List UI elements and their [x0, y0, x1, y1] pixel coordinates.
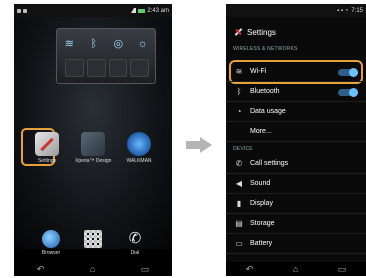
settings-row-display[interactable]: ▮ Display	[226, 194, 366, 214]
home-screen-phone: 2:43 am ≋ ᛒ ◎ ☼ Settings Xperia™ Design …	[14, 4, 172, 276]
dock-browser[interactable]: Browser	[33, 230, 69, 256]
widget-cell[interactable]	[130, 59, 149, 77]
wifi-toggle[interactable]	[338, 68, 358, 77]
dock-label: Browser	[41, 250, 61, 256]
row-label: Bluetooth	[250, 88, 280, 95]
back-icon[interactable]: ↶	[246, 264, 254, 275]
widget-cell[interactable]	[65, 59, 84, 77]
dock: Browser ✆ Dial	[14, 230, 172, 256]
phone-icon: ✆	[128, 230, 142, 247]
status-time: 2:43 am	[147, 7, 169, 14]
row-label: Display	[250, 200, 273, 207]
row-label: Battery	[250, 240, 273, 247]
settings-row-more[interactable]: More...	[226, 122, 366, 142]
dock-dial[interactable]: ✆ Dial	[117, 230, 153, 256]
battery-icon	[138, 8, 146, 13]
display-icon: ▮	[236, 198, 242, 208]
settings-icon	[233, 27, 243, 37]
bluetooth-icon[interactable]: ᛒ	[87, 37, 101, 51]
bluetooth-icon: ᛒ	[236, 86, 242, 96]
settings-icon	[35, 132, 59, 156]
row-label: More...	[250, 128, 272, 135]
dock-apps[interactable]	[75, 230, 111, 256]
settings-row-wifi[interactable]: ≋ Wi-Fi	[226, 62, 366, 82]
home-icon[interactable]: ⌂	[90, 264, 95, 274]
status-icons: ▪ ▪ ◔	[337, 7, 349, 14]
settings-screen-phone: ▪ ▪ ◔ 7:15 Settings WIRELESS & NETWORKS …	[226, 4, 366, 276]
row-label: Wi-Fi	[250, 68, 267, 75]
settings-row-storage[interactable]: ▤ Storage	[226, 214, 366, 234]
notification-icon	[17, 8, 21, 13]
data-usage-icon: ◔	[236, 106, 242, 116]
signal-icon	[131, 8, 137, 13]
app-settings[interactable]: Settings	[29, 132, 65, 164]
app-walkman[interactable]: WALKMAN	[121, 132, 157, 164]
status-time: 7:15	[351, 7, 363, 14]
battery-icon: ▭	[235, 238, 243, 248]
recent-apps-icon[interactable]: ▭	[141, 264, 150, 275]
browser-icon	[42, 230, 60, 248]
section-wireless: WIRELESS & NETWORKS	[233, 46, 298, 52]
row-label: Data usage	[250, 108, 286, 115]
settings-row-sound[interactable]: ◀ Sound	[226, 174, 366, 194]
settings-header: Settings	[226, 22, 366, 42]
row-label: Call settings	[250, 160, 289, 167]
home-icon[interactable]: ⌂	[293, 264, 298, 274]
app-label: Xperia™ Design	[75, 158, 112, 164]
wifi-icon: ≋	[235, 66, 243, 76]
settings-row-bluetooth[interactable]: ᛒ Bluetooth	[226, 82, 366, 102]
app-xperia-design[interactable]: Xperia™ Design	[75, 132, 111, 164]
storage-icon: ▤	[235, 218, 243, 228]
status-bar: ▪ ▪ ◔ 7:15	[226, 4, 366, 17]
section-device: DEVICE	[233, 146, 253, 152]
settings-row-data-usage[interactable]: ◔ Data usage	[226, 102, 366, 122]
sync-icon[interactable]: ◎	[111, 37, 125, 51]
walkman-icon	[127, 132, 151, 156]
widget-cell[interactable]	[108, 59, 128, 77]
wifi-icon[interactable]: ≋	[62, 37, 76, 51]
bluetooth-toggle[interactable]	[338, 88, 358, 97]
xdesign-icon	[81, 132, 105, 156]
blank-icon	[234, 127, 244, 137]
app-label: Settings	[37, 158, 57, 164]
quick-settings-widget: ≋ ᛒ ◎ ☼	[56, 28, 156, 84]
speaker-icon: ◀	[235, 178, 243, 188]
back-icon[interactable]: ↶	[37, 264, 45, 275]
app-row: Settings Xperia™ Design WALKMAN	[14, 132, 172, 164]
row-label: Sound	[250, 180, 271, 187]
nav-bar: ↶ ⌂ ▭	[14, 262, 172, 276]
status-bar: 2:43 am	[14, 4, 172, 17]
row-label: Storage	[250, 220, 275, 227]
settings-row-battery[interactable]: ▭ Battery	[226, 234, 366, 254]
brightness-icon[interactable]: ☼	[136, 37, 150, 51]
apps-grid-icon	[84, 230, 102, 248]
recent-apps-icon[interactable]: ▭	[338, 264, 347, 275]
page-title: Settings	[247, 27, 276, 37]
app-label: WALKMAN	[126, 158, 152, 164]
widget-cell[interactable]	[86, 59, 106, 77]
tutorial-figure: 2:43 am ≋ ᛒ ◎ ☼ Settings Xperia™ Design …	[0, 0, 366, 278]
arrow-right-icon	[186, 137, 212, 153]
settings-row-call[interactable]: ✆ Call settings	[226, 154, 366, 174]
dock-label: Dial	[130, 250, 140, 256]
notification-icon	[23, 8, 27, 13]
nav-bar: ↶ ⌂ ▭	[226, 262, 366, 276]
call-icon: ✆	[235, 158, 243, 168]
